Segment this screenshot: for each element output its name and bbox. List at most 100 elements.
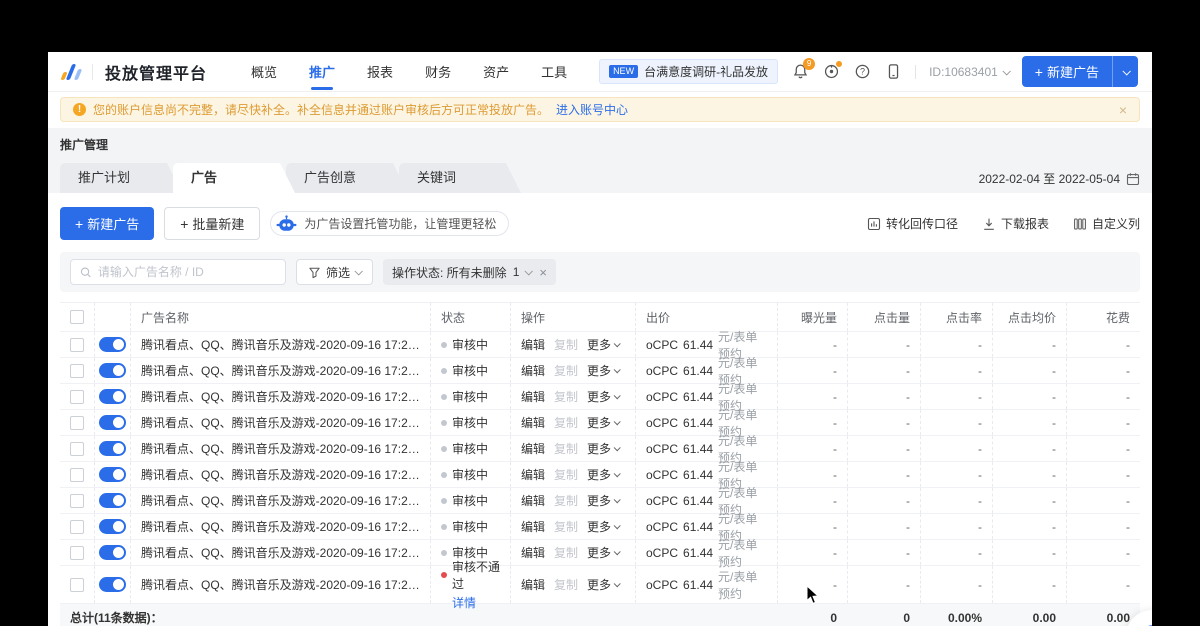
more-dropdown[interactable]: 更多 [587,362,621,379]
nav-item-assets[interactable]: 资产 [483,52,509,92]
edit-button[interactable]: 编辑 [521,362,545,379]
status-dot-icon [441,367,447,374]
ad-enabled-toggle[interactable] [99,493,126,508]
new-ad-dropdown-button[interactable] [1112,56,1138,87]
table-row: 腾讯看点、QQ、腾讯音乐及游戏-2020-09-16 17:26-副本02 审核… [60,512,1140,543]
toggle-column-header [94,303,130,331]
copy-button[interactable]: 复制 [554,544,578,561]
row-checkbox[interactable] [70,337,84,352]
edit-button[interactable]: 编辑 [521,518,545,535]
ad-name[interactable]: 腾讯看点、QQ、腾讯音乐及游戏-2020-09-16 17:26-副-副本01 [141,414,420,431]
more-dropdown[interactable]: 更多 [587,336,621,353]
status-text: 审核中 [452,468,489,482]
copy-button[interactable]: 复制 [554,414,578,431]
edit-button[interactable]: 编辑 [521,544,545,561]
edit-button[interactable]: 编辑 [521,388,545,405]
more-dropdown[interactable]: 更多 [587,388,621,405]
tab-creatives[interactable]: 广告创意 [286,163,408,193]
copy-button[interactable]: 复制 [554,466,578,483]
ad-enabled-toggle[interactable] [99,467,126,482]
nav-item-finance[interactable]: 财务 [425,52,451,92]
chip-close-icon[interactable]: × [539,265,547,280]
copy-button[interactable]: 复制 [554,388,578,405]
tab-ads[interactable]: 广告 [173,163,295,193]
edit-button[interactable]: 编辑 [521,414,545,431]
more-dropdown[interactable]: 更多 [587,440,621,457]
help-icon[interactable]: ? [853,63,871,81]
ad-name[interactable]: 腾讯看点、QQ、腾讯音乐及游戏-2020-09-16 17:26-副 [141,544,420,561]
ad-enabled-toggle[interactable] [99,519,126,534]
more-dropdown[interactable]: 更多 [587,576,621,593]
new-ad-button-main[interactable]: + 新建广告 [60,207,155,240]
row-checkbox[interactable] [70,415,84,430]
row-checkbox[interactable] [70,519,84,534]
table-row: 腾讯看点、QQ、腾讯音乐及游戏-2020-09-16 17:26-副本04 审核… [60,434,1140,465]
table-row: 腾讯看点、QQ、腾讯音乐及游戏-2020-09-16 17:26-副-副本01 … [60,408,1140,439]
edit-button[interactable]: 编辑 [521,466,545,483]
row-checkbox[interactable] [70,441,84,456]
ad-enabled-toggle[interactable] [99,415,126,430]
ad-name[interactable]: 腾讯看点、QQ、腾讯音乐及游戏-2020-09-16 17:26-副本06 [141,362,420,379]
edit-button[interactable]: 编辑 [521,492,545,509]
tab-campaigns[interactable]: 推广计划 [60,163,182,193]
more-dropdown[interactable]: 更多 [587,518,621,535]
account-id-dropdown[interactable]: ID:10683401 [929,65,1011,79]
edit-button[interactable]: 编辑 [521,336,545,353]
new-ad-button[interactable]: + 新建广告 [1021,56,1112,87]
conversion-caliber-button[interactable]: 转化回传口径 [867,215,958,232]
ad-enabled-toggle[interactable] [99,577,126,592]
ad-name[interactable]: 腾讯看点、QQ、腾讯音乐及游戏-2020-09-16 17:26-副本02 [141,518,420,535]
row-checkbox[interactable] [70,389,84,404]
edit-button[interactable]: 编辑 [521,576,545,593]
ad-name[interactable]: 腾讯看点、QQ、腾讯音乐及游戏-2020-09-16 17:26-副本03 [141,466,420,483]
ad-enabled-toggle[interactable] [99,389,126,404]
ad-enabled-toggle[interactable] [99,337,126,352]
headset-icon [1148,625,1152,626]
ad-name[interactable]: 腾讯看点、QQ、腾讯音乐及游戏-2020-09-16 17:26-副本05 [141,388,420,405]
customize-columns-button[interactable]: 自定义列 [1073,215,1140,232]
copy-button[interactable]: 复制 [554,492,578,509]
ad-name[interactable]: 腾讯看点、QQ、腾讯音乐及游戏-2020-09-16 17:26-副本07 [141,336,420,353]
ad-name[interactable]: 腾讯看点、QQ、腾讯音乐及游戏-2020-09-16 17:26-副本01-副本… [141,492,420,509]
tab-keywords[interactable]: 关键词 [399,163,521,193]
row-checkbox[interactable] [70,467,84,482]
copy-button[interactable]: 复制 [554,362,578,379]
download-report-button[interactable]: 下载报表 [982,215,1049,232]
copy-button[interactable]: 复制 [554,576,578,593]
banner-close-icon[interactable]: × [1119,103,1127,117]
edit-button[interactable]: 编辑 [521,440,545,457]
ad-enabled-toggle[interactable] [99,545,126,560]
ad-name[interactable]: 腾讯看点、QQ、腾讯音乐及游戏-2020-09-16 17:26-副本01 [141,576,420,593]
ad-enabled-toggle[interactable] [99,441,126,456]
nav-item-reports[interactable]: 报表 [367,52,393,92]
row-checkbox[interactable] [70,577,84,592]
more-dropdown[interactable]: 更多 [587,492,621,509]
ad-enabled-toggle[interactable] [99,363,126,378]
status-filter-chip[interactable]: 操作状态: 所有未删除 1 × [383,259,556,285]
hosting-tip-pill[interactable]: 为广告设置托管功能，让管理更轻松 [270,211,510,236]
ad-name[interactable]: 腾讯看点、QQ、腾讯音乐及游戏-2020-09-16 17:26-副本04 [141,440,420,457]
date-range-picker[interactable]: 2022-02-04 至 2022-05-04 [979,170,1140,193]
filter-button[interactable]: 筛选 [296,259,374,285]
more-dropdown[interactable]: 更多 [587,414,621,431]
ctr-cell: - [920,488,992,513]
row-checkbox[interactable] [70,545,84,560]
more-dropdown[interactable]: 更多 [587,544,621,561]
copy-button[interactable]: 复制 [554,336,578,353]
promo-search-pill[interactable]: NEW 台满意度调研-礼品发放 [599,59,779,84]
row-checkbox[interactable] [70,493,84,508]
mobile-icon[interactable] [884,63,902,81]
service-icon[interactable] [822,60,843,81]
copy-button[interactable]: 复制 [554,518,578,535]
select-all-checkbox[interactable] [70,310,84,324]
ad-search-input[interactable] [97,265,276,279]
batch-create-button[interactable]: + 批量新建 [164,207,261,240]
notification-bell-icon[interactable]: 9 [791,57,816,81]
more-dropdown[interactable]: 更多 [587,466,621,483]
nav-item-overview[interactable]: 概览 [251,52,277,92]
row-checkbox[interactable] [70,363,84,378]
account-center-link[interactable]: 进入账号中心 [556,101,628,118]
copy-button[interactable]: 复制 [554,440,578,457]
nav-item-tools[interactable]: 工具 [541,52,567,92]
nav-item-promotion[interactable]: 推广 [309,52,335,92]
